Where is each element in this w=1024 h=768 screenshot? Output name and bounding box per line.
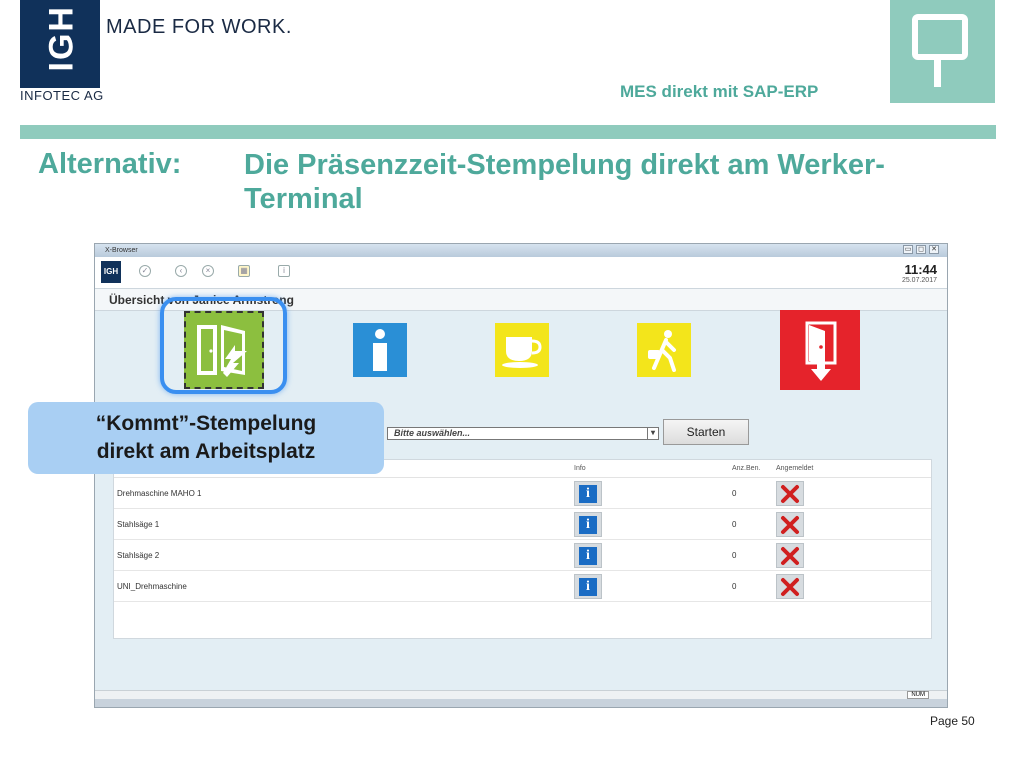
minimize-button[interactable]: ▭ bbox=[903, 245, 913, 254]
app-logo: IGH bbox=[101, 261, 121, 283]
not-logged-in-icon[interactable] bbox=[776, 574, 804, 599]
app-toolbar: IGH ✓ ‹ × ▦ i 11:44 25.07.2017 bbox=[95, 257, 947, 289]
cancel-icon[interactable]: × bbox=[202, 265, 214, 277]
info-icon bbox=[373, 329, 387, 371]
help-icon[interactable]: i bbox=[278, 265, 290, 277]
maximize-button[interactable]: ◻ bbox=[916, 245, 926, 254]
header-rule bbox=[20, 125, 996, 139]
heading-label: Alternativ: bbox=[38, 148, 182, 180]
window-titlebar: X-Browser ▭ ◻ ✕ bbox=[95, 244, 947, 257]
clock-time: 11:44 bbox=[904, 262, 937, 277]
not-logged-in-icon[interactable] bbox=[776, 512, 804, 537]
window-title: X-Browser bbox=[105, 247, 138, 254]
row-info-icon[interactable]: i bbox=[574, 543, 602, 568]
igh-logo: IGH bbox=[20, 0, 100, 88]
slide: IGH INFOTEC AG MADE FOR WORK. MES direkt… bbox=[0, 0, 1024, 768]
workplace-name: UNI_Drehmaschine bbox=[117, 582, 187, 591]
logo-slogan: MADE FOR WORK. bbox=[106, 16, 292, 38]
user-count: 0 bbox=[732, 520, 737, 529]
callout-line-2: direkt am Arbeitsplatz bbox=[96, 440, 316, 463]
user-count: 0 bbox=[732, 551, 737, 560]
table-row[interactable]: UNI_Drehmaschine i 0 bbox=[114, 571, 931, 602]
confirm-icon[interactable]: ✓ bbox=[139, 265, 151, 277]
shift-report-icon[interactable]: ▦ bbox=[238, 265, 250, 277]
status-bar: NUM bbox=[95, 690, 947, 699]
logo-company: INFOTEC AG bbox=[20, 88, 104, 103]
table-row[interactable]: Stahlsäge 1 i 0 bbox=[114, 509, 931, 540]
table-row[interactable]: Stahlsäge 2 i 0 bbox=[114, 540, 931, 571]
heading-text: Die Präsenzzeit-Stempelung direkt am Wer… bbox=[244, 149, 885, 215]
coffee-cup-icon bbox=[502, 337, 542, 368]
callout-line-1: “Kommt”-Stempelung bbox=[95, 412, 317, 435]
dienstgang-button[interactable] bbox=[637, 323, 691, 377]
workplace-table: Info Anz.Ben. Angemeldet Drehmaschine MA… bbox=[113, 459, 932, 639]
geht-button[interactable] bbox=[780, 310, 860, 390]
row-info-icon[interactable]: i bbox=[574, 574, 602, 599]
chevron-down-icon[interactable]: ▾ bbox=[647, 428, 658, 439]
close-button[interactable]: ✕ bbox=[929, 245, 939, 254]
pause-button[interactable] bbox=[495, 323, 549, 377]
workplace-name: Stahlsäge 1 bbox=[117, 520, 160, 529]
clock-date: 25.07.2017 bbox=[901, 277, 937, 284]
not-logged-in-icon[interactable] bbox=[776, 543, 804, 568]
info-button[interactable] bbox=[353, 323, 407, 377]
col-info: Info bbox=[574, 465, 586, 472]
start-button[interactable]: Starten bbox=[663, 419, 749, 445]
row-info-icon[interactable]: i bbox=[574, 512, 602, 537]
workplace-name: Drehmaschine MAHO 1 bbox=[117, 489, 202, 498]
callout-box: “Kommt”-Stempelung direkt am Arbeitsplat… bbox=[28, 402, 384, 474]
row-info-icon[interactable]: i bbox=[574, 481, 602, 506]
num-lock-indicator: NUM bbox=[907, 691, 929, 699]
activity-select[interactable]: Bitte auswählen... ▾ bbox=[387, 427, 659, 440]
table-row[interactable]: Drehmaschine MAHO 1 i 0 bbox=[114, 478, 931, 509]
clock: 11:44 25.07.2017 bbox=[902, 262, 937, 284]
user-count: 0 bbox=[732, 489, 737, 498]
door-exit-icon bbox=[805, 321, 837, 381]
taskbar bbox=[95, 699, 947, 707]
back-icon[interactable]: ‹ bbox=[175, 265, 187, 277]
kommt-highlight-frame bbox=[160, 297, 287, 394]
walking-person-icon bbox=[648, 330, 676, 372]
col-status: Angemeldet bbox=[776, 465, 814, 472]
terminal-sign-icon bbox=[890, 0, 995, 103]
workplace-name: Stahlsäge 2 bbox=[117, 551, 160, 560]
logo-initials: IGH bbox=[42, 5, 81, 72]
page-number: Page 50 bbox=[930, 714, 975, 728]
col-count: Anz.Ben. bbox=[732, 465, 761, 472]
not-logged-in-icon[interactable] bbox=[776, 481, 804, 506]
select-placeholder: Bitte auswählen... bbox=[394, 428, 471, 438]
product-title: MES direkt mit SAP-ERP bbox=[620, 82, 819, 101]
user-count: 0 bbox=[732, 582, 737, 591]
